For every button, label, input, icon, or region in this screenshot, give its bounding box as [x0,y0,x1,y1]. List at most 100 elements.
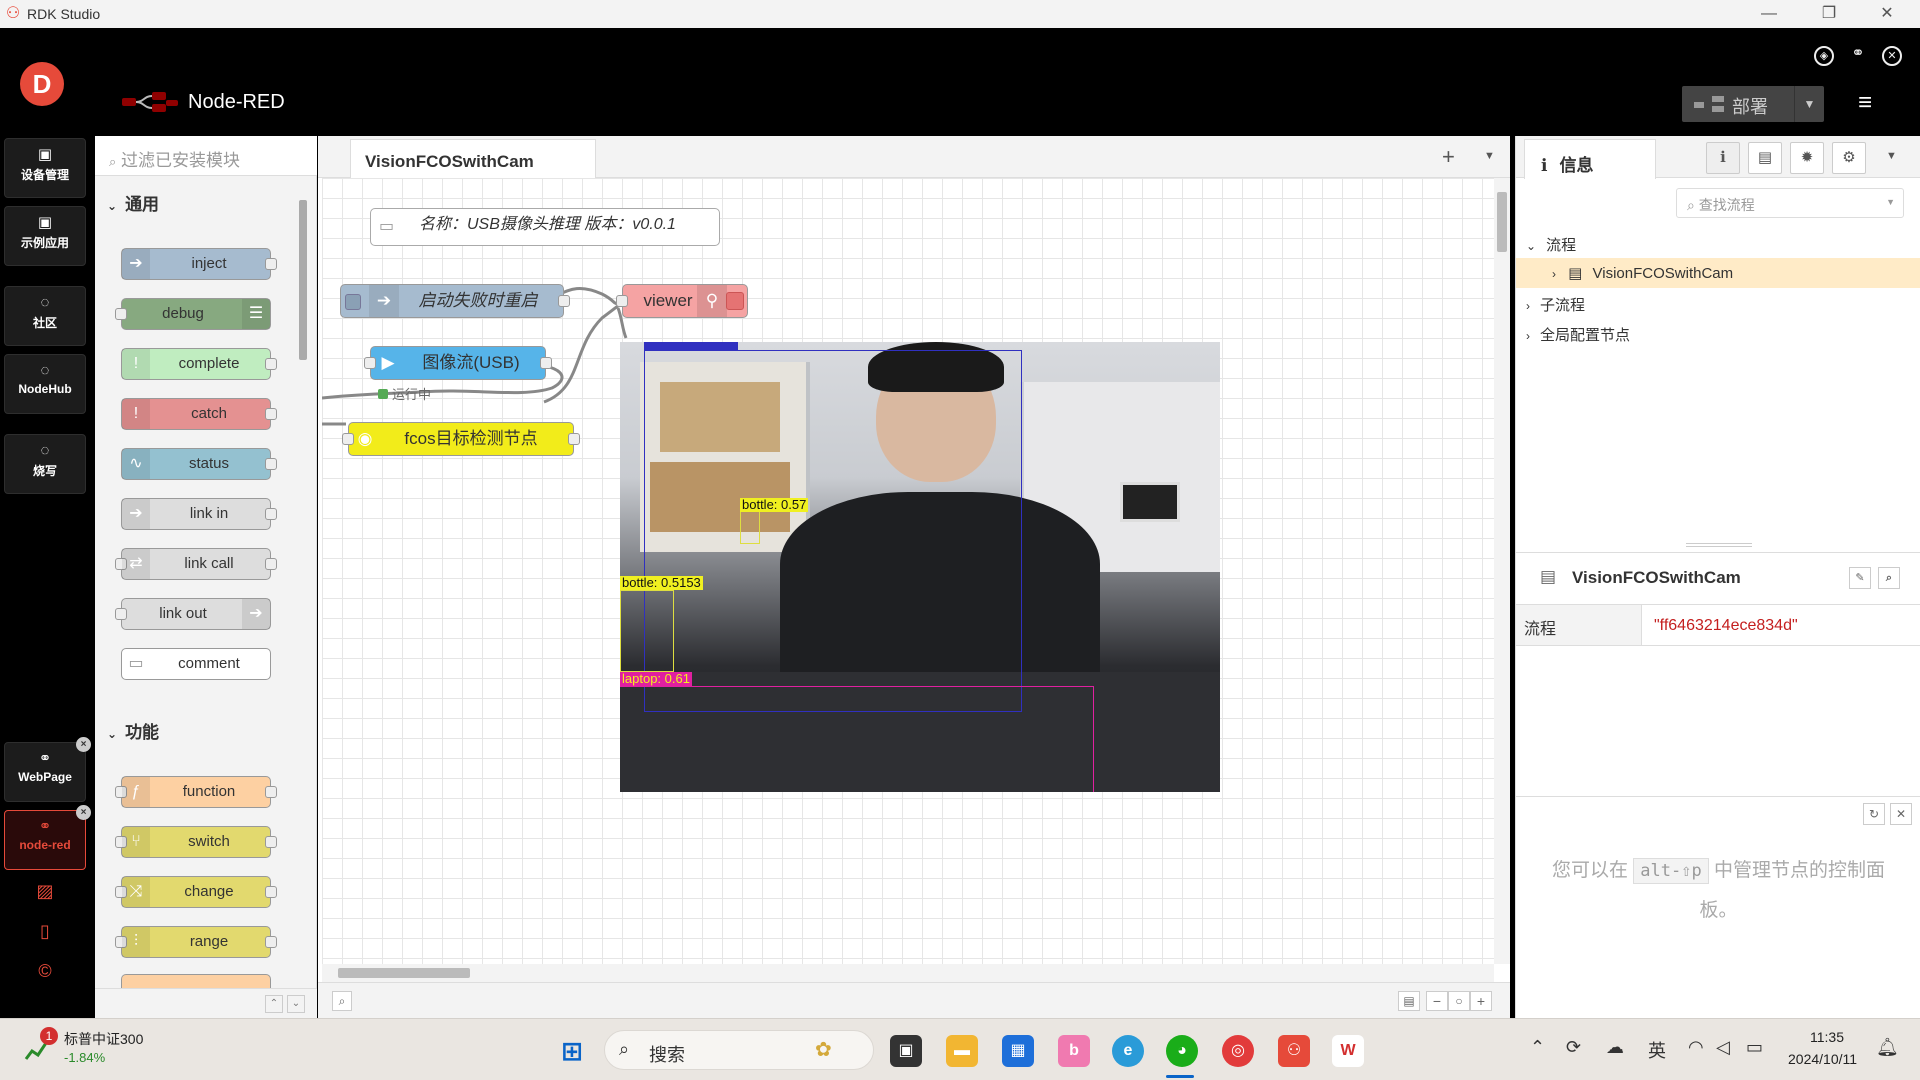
palette-node-debug[interactable]: debug ☰ [115,298,271,330]
close-window-button[interactable]: ✕ [1858,0,1916,28]
sync-icon[interactable]: ⟳ [1566,1037,1581,1058]
sidebar-item-nodehub[interactable]: ◌ NodeHub [4,354,86,414]
deploy-button[interactable]: 部署 ▼ [1682,86,1824,122]
cloud-off-icon[interactable]: ☁ [1606,1037,1624,1058]
deploy-dropdown-icon[interactable]: ▼ [1794,86,1824,122]
zoom-in-icon[interactable]: + [1470,991,1492,1011]
book-icon[interactable]: ▤ [1748,142,1782,174]
inject-trigger-button[interactable] [345,294,361,310]
minimize-button[interactable]: — [1740,0,1798,28]
search-icon[interactable]: ⌕ [332,991,352,1011]
copyright-icon[interactable]: © [34,960,56,982]
scrollbar-thumb[interactable] [338,968,470,978]
edge-icon[interactable]: e [1112,1035,1144,1067]
scrollbar-thumb[interactable] [1497,192,1507,252]
battery-icon[interactable]: ▭ [1746,1037,1763,1058]
flow-canvas[interactable]: ▭ 名称：USB摄像头推理 版本：v0.0.1 ➔ 启动失败时重启 viewer… [322,178,1494,964]
workspace-vertical-scrollbar[interactable] [1494,178,1510,964]
sidebar-resize-handle[interactable] [1686,543,1752,547]
wifi-icon[interactable]: ◠ [1688,1037,1704,1058]
flow-node-restart-inject[interactable]: ➔ 启动失败时重启 [340,284,570,318]
close-node-red-icon[interactable]: × [76,805,91,820]
taskbar-search[interactable]: ⌕ 搜索 ✿ [604,1030,874,1070]
flow-node-usb-camera[interactable]: ▶ 图像流(USB) [364,346,552,380]
clock-date[interactable]: 2024/10/11 [1788,1051,1857,1067]
store-icon[interactable]: ▦ [1002,1035,1034,1067]
wps-icon[interactable]: W [1332,1035,1364,1067]
sidebar-item-node-red[interactable]: ⚭ node-red × [4,805,91,870]
palette-category-common[interactable]: ⌄ 通用 [95,182,295,218]
viewer-toggle-button[interactable] [726,292,744,310]
sidebar-item-flash[interactable]: ◌ 烧写 [4,434,86,494]
palette-node-comment[interactable]: ▭ comment [121,648,271,680]
sidebar-item-community[interactable]: ◌ 社区 [4,286,86,346]
palette-node-catch[interactable]: ! catch [121,398,277,430]
sidebar-item-device-management[interactable]: ▣ 设备管理 [4,138,86,198]
stock-name[interactable]: 标普中证300 [64,1029,143,1049]
bilibili-icon[interactable]: b [1058,1035,1090,1067]
volume-icon[interactable]: ◁ [1716,1037,1730,1058]
maximize-button[interactable]: ❐ [1800,0,1858,28]
windows-start-icon[interactable]: ⊞ [556,1035,588,1067]
close-icon[interactable]: ✕ [1890,803,1912,825]
stock-widget-icon[interactable]: 1 [22,1027,58,1065]
flow-node-fcos-detection[interactable]: ◉ fcos目标检测节点 [342,422,580,456]
close-circle-icon[interactable]: ✕ [1882,46,1902,66]
workspace-horizontal-scrollbar[interactable] [322,964,1494,982]
chevron-up-icon[interactable]: ⌃ [1530,1037,1545,1058]
tree-global-config[interactable]: › 全局配置节点 [1516,318,1920,348]
tab-visionfcoswithcam[interactable]: VisionFCOSwithCam [350,139,596,179]
palette-node-link-in[interactable]: ➔ link in [121,498,277,530]
sidebar-item-webpage[interactable]: ⚭ WebPage × [4,737,91,802]
tree-subflows[interactable]: › 子流程 [1516,288,1920,318]
tree-item-visionfcoswithcam[interactable]: › ▤ VisionFCOSwithCam [1516,258,1920,288]
palette-node-link-call[interactable]: ⇄ link call [115,548,277,580]
rdk-studio-icon[interactable]: ⚇ [1278,1035,1310,1067]
ime-indicator[interactable]: 英 [1648,1037,1666,1063]
close-webpage-icon[interactable]: × [76,737,91,752]
flow-comment-node[interactable]: ▭ 名称：USB摄像头推理 版本：v0.0.1 [370,208,720,246]
palette-node-link-out[interactable]: link out ➔ [115,598,271,630]
palette-node-complete[interactable]: ! complete [121,348,277,380]
document-icon[interactable]: ▯ [34,920,56,942]
clock-time[interactable]: 11:35 [1810,1029,1844,1045]
palette-scrollbar[interactable] [297,186,309,976]
palette-node-inject[interactable]: ➔ inject [121,248,277,280]
file-explorer-icon[interactable]: ▬ [946,1035,978,1067]
compass-icon[interactable]: ◈ [1814,46,1834,66]
palette-category-function[interactable]: ⌄ 功能 [95,710,295,746]
info-tab-icon[interactable]: ℹ [1706,142,1740,174]
palette-node-range[interactable]: ⫶ range [115,926,277,958]
tab-list-dropdown-icon[interactable]: ▼ [1484,150,1495,162]
palette-search-input[interactable]: ⌕ 过滤已安装模块 [95,136,317,176]
palette-node-change[interactable]: ⤨ change [115,876,277,908]
chevron-down-icon[interactable]: ▼ [1886,150,1897,162]
link-icon[interactable]: ⚭ [1848,46,1868,66]
gear-icon[interactable]: ⚙ [1832,142,1866,174]
edit-icon[interactable]: ✎ [1849,567,1871,589]
scrollbar-thumb[interactable] [299,200,307,360]
palette-node-status[interactable]: ∿ status [121,448,277,480]
zoom-reset-icon[interactable]: ○ [1448,991,1470,1011]
tree-flows[interactable]: ⌄ 流程 [1516,228,1920,258]
image-edit-icon[interactable]: ▨ [34,880,56,902]
bug-icon[interactable]: ✹ [1790,142,1824,174]
refresh-icon[interactable]: ↻ [1863,803,1885,825]
add-flow-icon[interactable]: + [1442,144,1455,170]
flow-search-input[interactable]: ⌕ 查找流程 ▼ [1676,188,1904,218]
main-menu-button[interactable]: ≡ [1852,90,1878,116]
flow-node-viewer[interactable]: viewer ⚲ [616,284,748,318]
map-icon[interactable]: ▤ [1398,991,1420,1011]
expand-all-icon[interactable]: ⌄ [287,995,305,1013]
netease-music-icon[interactable]: ◎ [1222,1035,1254,1067]
palette-node-function[interactable]: ƒ function [115,776,277,808]
notification-bell-icon[interactable]: 🔔︎ [1876,1037,1899,1058]
sidebar-item-examples[interactable]: ▣ 示例应用 [4,206,86,266]
wechat-icon[interactable]: ◕ [1166,1035,1198,1067]
zoom-out-icon[interactable]: − [1426,991,1448,1011]
tab-info[interactable]: ℹ 信息 [1524,139,1656,179]
collapse-all-icon[interactable]: ⌃ [265,995,283,1013]
search-icon[interactable]: ⌕ [1878,567,1900,589]
palette-node-switch[interactable]: ⑂ switch [115,826,277,858]
task-view-icon[interactable]: ▣ [890,1035,922,1067]
